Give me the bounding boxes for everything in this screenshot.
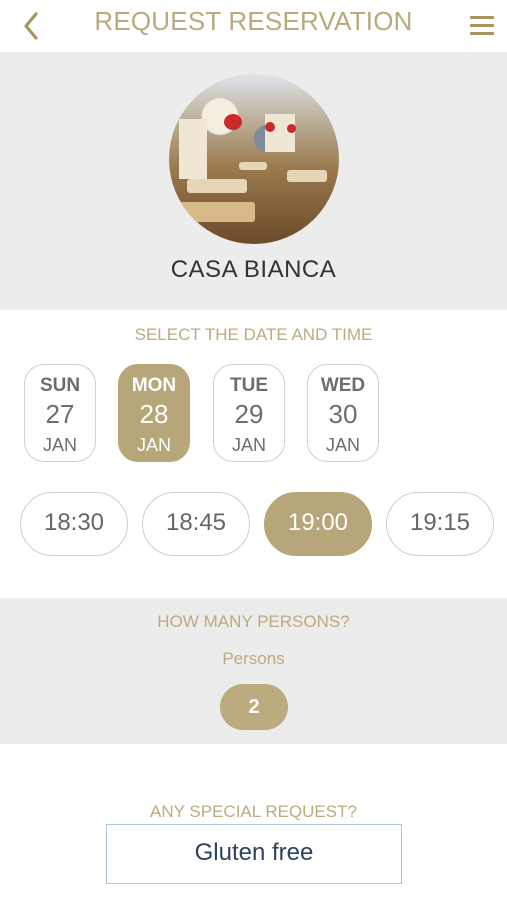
reservation-screen: REQUEST RESERVATION CASA BIANCA SELECT T… xyxy=(0,0,507,900)
date-day: 27 xyxy=(45,399,75,429)
date-day: 30 xyxy=(328,399,358,429)
time-option-1845[interactable]: 18:45 xyxy=(142,492,250,556)
date-option-tue-29[interactable]: TUE 29 JAN xyxy=(213,364,285,462)
persons-label: HOW MANY PERSONS? xyxy=(157,612,350,631)
persons-count-button[interactable]: 2 xyxy=(220,684,288,730)
date-option-mon-28[interactable]: MON 28 JAN xyxy=(118,364,190,462)
date-month: JAN xyxy=(325,435,360,455)
date-option-wed-30[interactable]: WED 30 JAN xyxy=(307,364,379,462)
menu-button[interactable] xyxy=(470,14,496,36)
hamburger-menu-icon xyxy=(470,16,494,19)
restaurant-hero: CASA BIANCA xyxy=(0,52,507,310)
persons-sublabel: Persons xyxy=(222,649,285,668)
date-day: 29 xyxy=(234,399,264,429)
date-weekday: TUE xyxy=(230,375,268,396)
time-option-1900[interactable]: 19:00 xyxy=(264,492,372,556)
date-month: JAN xyxy=(136,435,171,455)
date-weekday: WED xyxy=(320,375,366,396)
time-option-1915[interactable]: 19:15 xyxy=(386,492,494,556)
restaurant-name: CASA BIANCA xyxy=(170,256,337,283)
special-request-input[interactable]: Gluten free xyxy=(106,824,402,884)
app-header: REQUEST RESERVATION xyxy=(0,0,507,52)
date-option-sun-27[interactable]: SUN 27 JAN xyxy=(24,364,96,462)
date-month: JAN xyxy=(42,435,77,455)
date-day: 28 xyxy=(139,399,169,429)
time-option-1830[interactable]: 18:30 xyxy=(20,492,128,556)
page-title: REQUEST RESERVATION xyxy=(94,6,413,36)
back-button[interactable] xyxy=(18,8,46,44)
date-time-label: SELECT THE DATE AND TIME xyxy=(134,325,373,344)
special-request-label: ANY SPECIAL REQUEST? xyxy=(150,802,357,821)
restaurant-photo xyxy=(169,74,339,244)
date-month: JAN xyxy=(231,435,266,455)
persons-section: HOW MANY PERSONS? Persons 2 xyxy=(0,598,507,744)
date-weekday: SUN xyxy=(39,375,81,396)
date-weekday: MON xyxy=(131,375,177,396)
chevron-left-icon xyxy=(24,12,38,40)
